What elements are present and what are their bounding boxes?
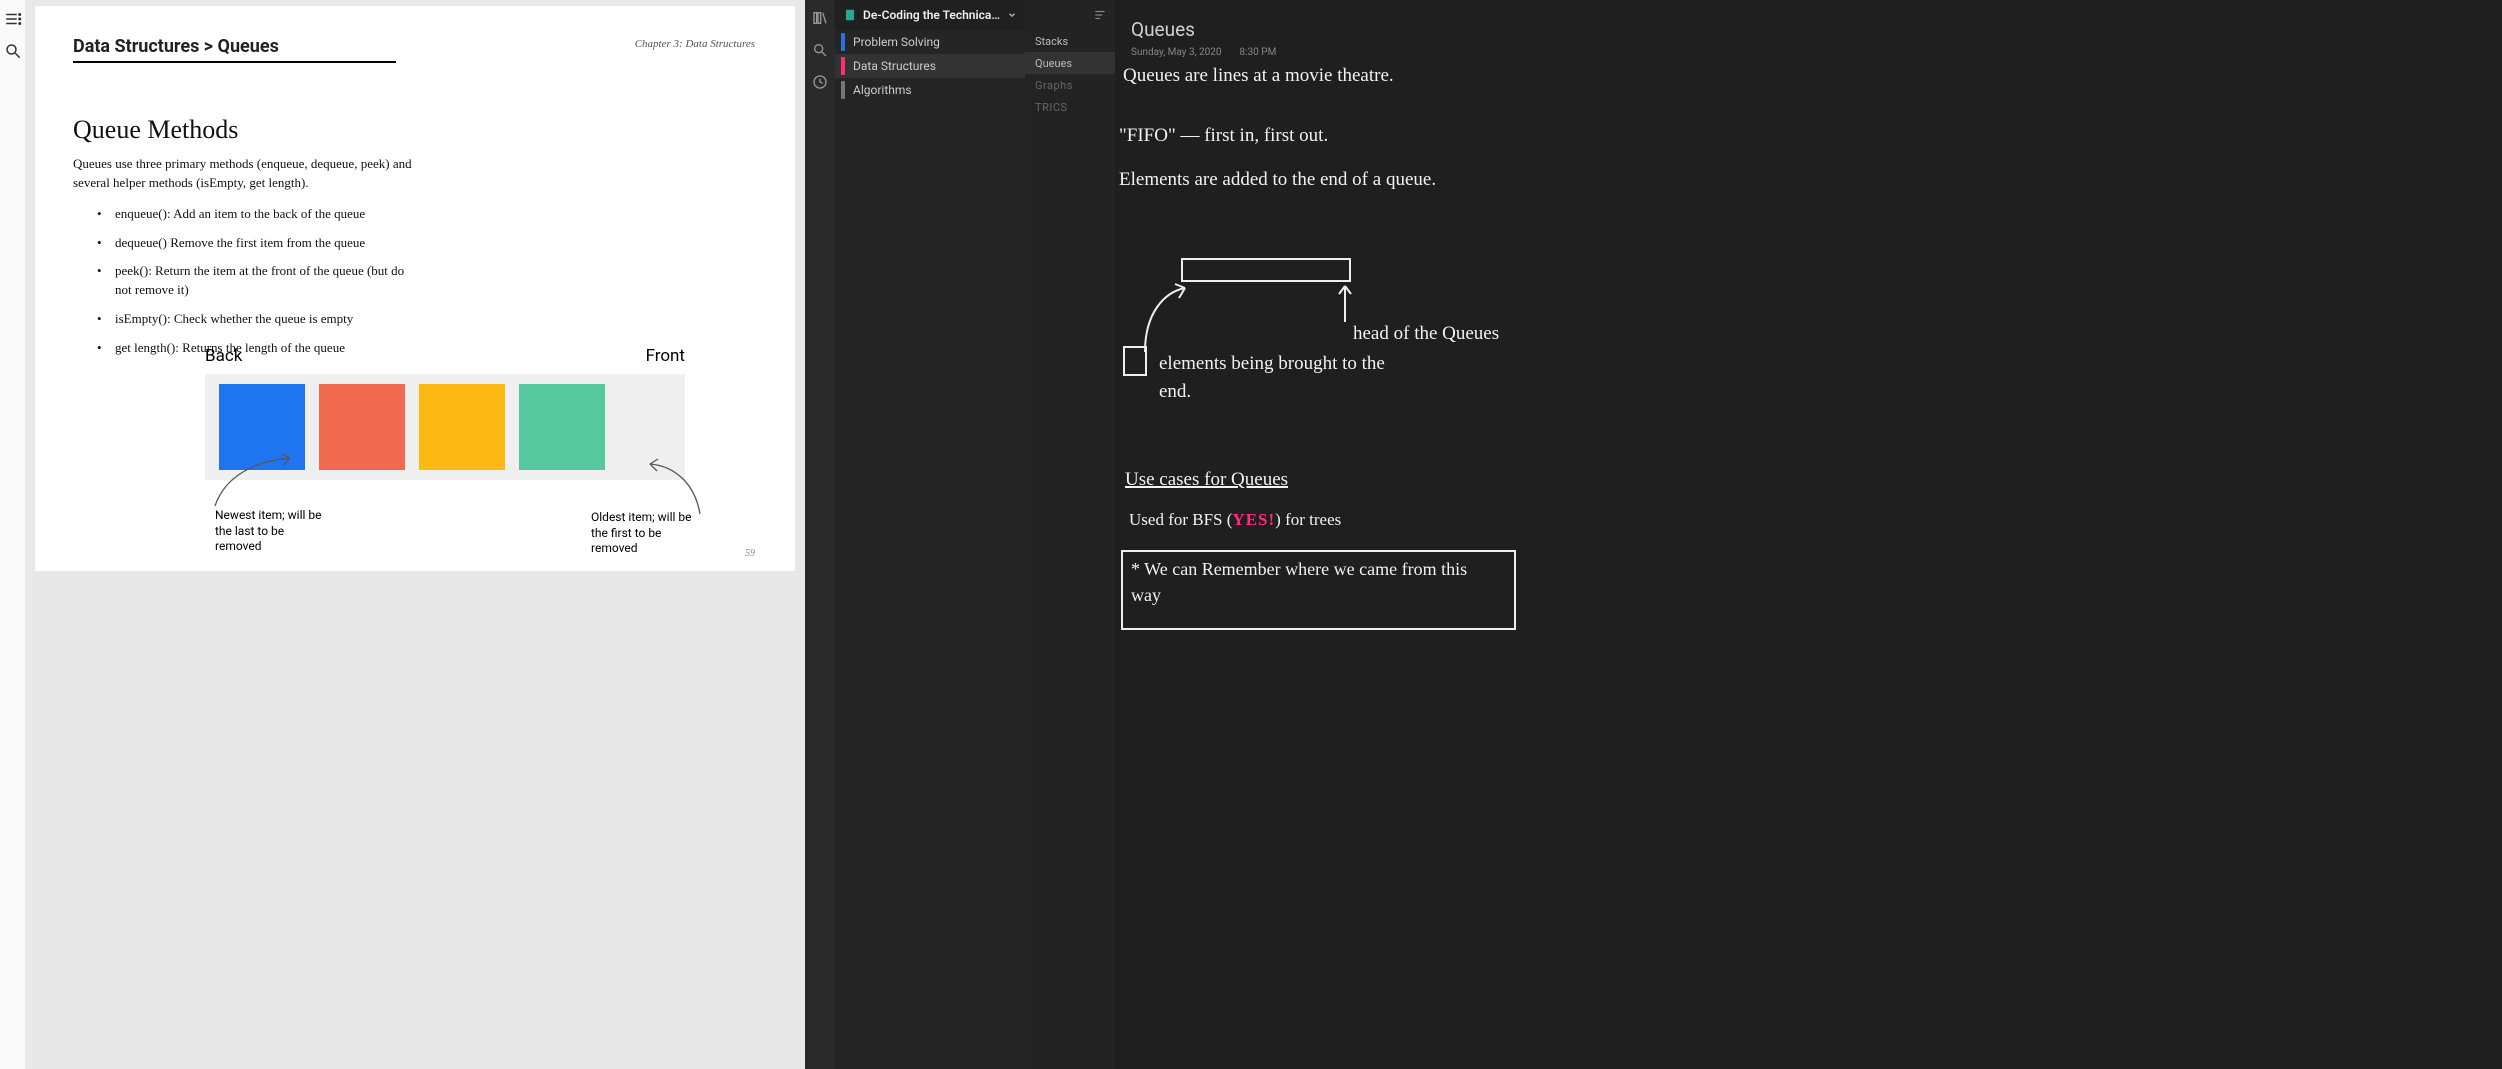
- newest-caption: Newest item; will be the last to be remo…: [215, 508, 325, 555]
- section-item-problem-solving[interactable]: Problem Solving: [835, 30, 1025, 54]
- reader-canvas[interactable]: Chapter 3: Data Structures Data Structur…: [25, 0, 805, 1069]
- section-color-bar: [841, 33, 845, 51]
- section-label: Data Structures: [853, 59, 936, 73]
- note-date: Sunday, May 3, 2020: [1131, 47, 1222, 58]
- intro-paragraph: Queues use three primary methods (enqueu…: [73, 155, 413, 193]
- handwritten-line: "FIFO" — first in, first out.: [1119, 122, 1328, 150]
- page-item-trics[interactable]: TRICS: [1025, 96, 1115, 118]
- page-item-stacks[interactable]: Stacks: [1025, 30, 1115, 52]
- note-canvas[interactable]: Queues Sunday, May 3, 2020 8:30 PM Queue…: [1115, 0, 2502, 1069]
- page-heading: Queue Methods: [73, 115, 757, 145]
- notes-app: De-Coding the Technical Interview Proble…: [805, 0, 2502, 1069]
- note-meta: Sunday, May 3, 2020 8:30 PM: [1131, 47, 2486, 58]
- drawn-rectangle: [1181, 258, 1351, 282]
- sort-icon[interactable]: [1093, 8, 1107, 22]
- notebook-icon: [843, 8, 857, 22]
- notebook-selector[interactable]: De-Coding the Technical Interview: [835, 0, 1025, 30]
- notebook-title: De-Coding the Technical Interview: [863, 8, 1001, 22]
- list-item: isEmpty(): Check whether the queue is em…: [97, 310, 407, 329]
- queue-row: [205, 374, 685, 480]
- handwritten-label: head of the Queues: [1353, 320, 1499, 348]
- document-page: Chapter 3: Data Structures Data Structur…: [35, 6, 795, 571]
- queue-block: [319, 384, 405, 470]
- section-label: Problem Solving: [853, 35, 940, 49]
- handwritten-line: Elements are added to the end of a queue…: [1119, 166, 1529, 194]
- page-item-queues[interactable]: Queues: [1025, 52, 1115, 74]
- section-item-algorithms[interactable]: Algorithms: [835, 78, 1025, 102]
- queue-block: [219, 384, 305, 470]
- queue-block: [519, 384, 605, 470]
- note-time: 8:30 PM: [1240, 47, 1277, 58]
- handwritten-line: elements being brought to the end.: [1159, 350, 1419, 405]
- handwritten-heading: Use cases for Queues: [1125, 466, 1288, 494]
- list-item: enqueue(): Add an item to the back of th…: [97, 205, 407, 224]
- front-label: Front: [646, 346, 685, 366]
- library-icon[interactable]: [812, 10, 828, 26]
- section-label: Algorithms: [853, 83, 912, 97]
- chapter-tag: Chapter 3: Data Structures: [635, 38, 755, 50]
- queue-diagram: Back Front Newest item; will be the last…: [205, 346, 685, 480]
- section-color-bar: [841, 81, 845, 99]
- breadcrumb: Data Structures > Queues: [73, 36, 396, 63]
- handwritten-line: * We can Remember where we came from thi…: [1131, 556, 1501, 608]
- drawn-rectangle: [1123, 346, 1147, 376]
- section-item-data-structures[interactable]: Data Structures: [835, 54, 1025, 78]
- section-list: De-Coding the Technical Interview Proble…: [835, 0, 1025, 1069]
- recent-icon[interactable]: [812, 74, 828, 90]
- chevron-down-icon: [1007, 10, 1017, 20]
- document-reader-pane: Chapter 3: Data Structures Data Structur…: [0, 0, 805, 1069]
- toc-icon[interactable]: [4, 10, 22, 28]
- list-item: peek(): Return the item at the front of …: [97, 262, 407, 300]
- notes-rail: [805, 0, 835, 1069]
- page-list: Stacks Queues Graphs TRICS: [1025, 0, 1115, 1069]
- reader-toolbar: [0, 0, 25, 1069]
- search-icon[interactable]: [812, 42, 828, 58]
- highlight-yes: YES!: [1232, 510, 1275, 529]
- page-item-graphs[interactable]: Graphs: [1025, 74, 1115, 96]
- list-item: dequeue() Remove the first item from the…: [97, 234, 407, 253]
- queue-block: [419, 384, 505, 470]
- note-title[interactable]: Queues: [1131, 18, 2486, 41]
- back-label: Back: [205, 346, 242, 366]
- handwritten-line: Used for BFS (YES!) for trees: [1129, 508, 1341, 533]
- page-number: 59: [745, 548, 755, 559]
- handwritten-line: Queues are lines at a movie theatre.: [1123, 62, 1533, 90]
- method-list: enqueue(): Add an item to the back of th…: [73, 205, 757, 358]
- oldest-caption: Oldest item; will be the first to be rem…: [591, 510, 701, 557]
- section-color-bar: [841, 57, 845, 75]
- search-icon[interactable]: [4, 42, 22, 60]
